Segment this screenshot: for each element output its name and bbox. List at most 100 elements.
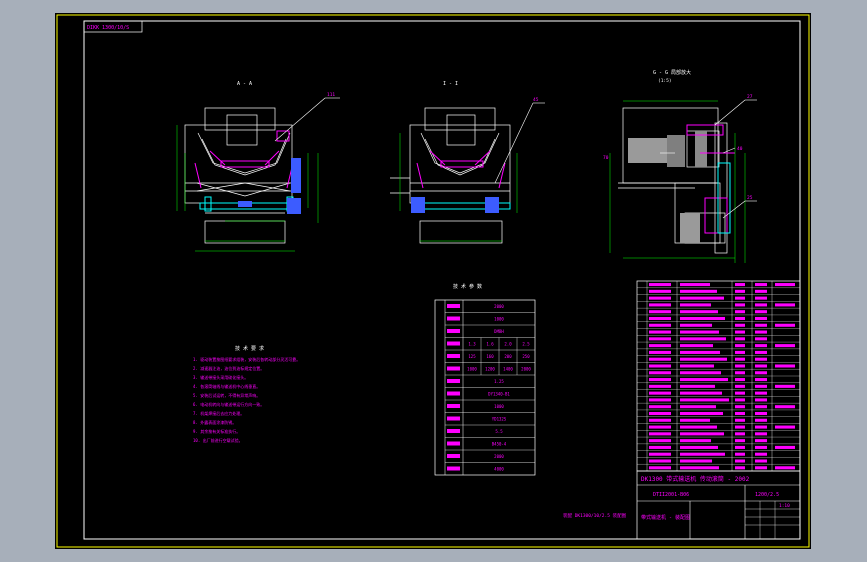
tech-table-label-mark	[447, 416, 460, 421]
parts-row-qty	[735, 466, 745, 470]
parts-row-code	[649, 330, 671, 334]
parts-row-name	[680, 425, 717, 429]
parts-row-material	[755, 391, 767, 395]
parts-row-material	[755, 283, 767, 287]
view-a-a: A - A 111	[176, 81, 340, 252]
parts-row-name	[680, 411, 723, 416]
notes-line: 1. 驱动装置按图纸要求组装，安装后各转动部分灵活可靠。	[193, 356, 300, 362]
parts-row-code	[649, 466, 671, 470]
parts-row-name	[680, 378, 728, 382]
parts-row-material	[755, 459, 767, 463]
notes-line: 8. 外露表面涂漆防锈。	[193, 419, 236, 425]
notes-lines: 1. 驱动装置按图纸要求组装，安装后各转动部分灵活可靠。 2. 减速器注油，油位到…	[193, 356, 300, 443]
parts-row-name	[680, 452, 725, 456]
parts-row-name	[680, 330, 719, 334]
notes-line: 9. 其余按有关标准执行。	[193, 428, 240, 434]
title-block-company: DK1300 带式输送机 传动滚筒 - 2002	[641, 475, 750, 483]
parts-row-code	[649, 452, 671, 456]
parts-row-note	[775, 445, 795, 449]
parts-row-code	[649, 350, 671, 354]
callout-45: 45	[533, 97, 539, 103]
parts-row-qty	[735, 296, 745, 300]
parts-row-qty	[735, 378, 745, 382]
parts-row-note	[775, 425, 795, 429]
parts-row-name	[680, 289, 717, 293]
parts-row-code	[649, 323, 671, 327]
callout-111: 111	[327, 92, 335, 98]
parts-row-code	[649, 398, 671, 402]
parts-row-name	[680, 344, 713, 348]
parts-row-code	[649, 405, 671, 409]
callout-27: 27	[747, 94, 753, 100]
parts-row-material	[755, 466, 767, 470]
view-g-g: G - G 局部放大 (1:5) 27 40 25 70	[603, 69, 757, 263]
parts-row-qty	[735, 323, 745, 327]
notes-line: 4. 各滚筒轴线与输送机中心线垂直。	[193, 383, 260, 389]
parts-row-qty	[735, 303, 745, 307]
tech-table-cell: 1.25	[494, 379, 504, 384]
tech-table-label-mark	[447, 429, 460, 433]
parts-row-name	[680, 296, 724, 300]
parts-row-material	[755, 452, 767, 456]
parts-row-name	[680, 466, 719, 470]
parts-row-code	[649, 384, 671, 388]
parts-row-name	[680, 445, 718, 449]
tech-table-label-mark	[447, 316, 460, 321]
parts-row-material	[755, 445, 767, 449]
parts-row-name	[680, 391, 722, 395]
title-block-drawing-no: DTII2001-B06	[653, 492, 689, 498]
tech-table-cell: 4000	[494, 467, 504, 472]
tech-table-cell: 2.5	[522, 342, 530, 347]
parts-row-material	[755, 405, 767, 409]
tech-table-cell: B450-4	[492, 442, 507, 447]
parts-row-qty	[735, 357, 745, 361]
view-i-title: I - I	[443, 81, 458, 87]
technical-notes: 技 术 要 求 1. 驱动装置按图纸要求组装，安装后各转动部分灵活可靠。 2. 减…	[193, 345, 300, 443]
tech-table-cell: 1.6	[486, 342, 494, 347]
parts-row-material	[755, 323, 767, 327]
parts-row-qty	[735, 316, 745, 321]
parts-row-code	[649, 371, 671, 375]
parts-row-name	[680, 310, 718, 314]
parts-row-material	[755, 439, 767, 443]
parts-row-name	[680, 303, 711, 307]
view-g-subtitle: (1:5)	[658, 78, 672, 84]
parts-row-code	[649, 316, 671, 321]
tech-table-title: 技 术 参 数	[453, 283, 482, 290]
tech-table-cell: 2000	[494, 304, 504, 309]
parts-row-material	[755, 303, 767, 307]
tech-table-cell: 125	[468, 354, 476, 359]
parts-row-name	[680, 459, 712, 463]
drawing-viewport[interactable]: DIKK 1300/10/S A - A 111 I - I 45 G - G …	[55, 13, 811, 549]
callout-70: 70	[603, 155, 609, 161]
parts-row-note	[775, 466, 795, 470]
notes-line: 2. 减速器注油，油位到油标规定位置。	[193, 365, 264, 371]
parts-row-code	[649, 439, 671, 443]
parts-row-code	[649, 344, 671, 348]
notes-line: 10. 出厂前进行空载试验。	[193, 437, 243, 443]
notes-line: 7. 机架焊接后去应力处理。	[193, 410, 244, 416]
notes-title: 技 术 要 求	[235, 345, 264, 352]
parts-row-qty	[735, 371, 745, 375]
notes-line: 3. 输送带接头采用硫化接头。	[193, 374, 248, 380]
parts-row-material	[755, 432, 767, 436]
parts-row-material	[755, 371, 767, 375]
parts-row-name	[680, 371, 721, 375]
title-block-material: 1200/2.5	[755, 492, 779, 498]
parts-row-code	[649, 445, 671, 449]
tech-table-cell: DY1340-B1	[488, 392, 510, 397]
parts-row-code	[649, 364, 671, 368]
parts-row-name	[680, 364, 714, 368]
tech-table-label-mark	[447, 341, 460, 346]
tech-table-label-mark	[447, 391, 460, 396]
parts-row-code	[649, 296, 671, 300]
parts-row-material	[755, 337, 767, 341]
parts-row-material	[755, 289, 767, 293]
corner-tag: DIKK 1300/10/S	[87, 25, 129, 31]
view-a-center-block	[238, 201, 252, 207]
parts-row-material	[755, 344, 767, 348]
parts-row-qty	[735, 452, 745, 456]
tech-table-cell: 1000	[467, 367, 477, 372]
tech-table-cell: 2.0	[504, 342, 512, 347]
tech-table-cell: 1000	[494, 404, 504, 409]
